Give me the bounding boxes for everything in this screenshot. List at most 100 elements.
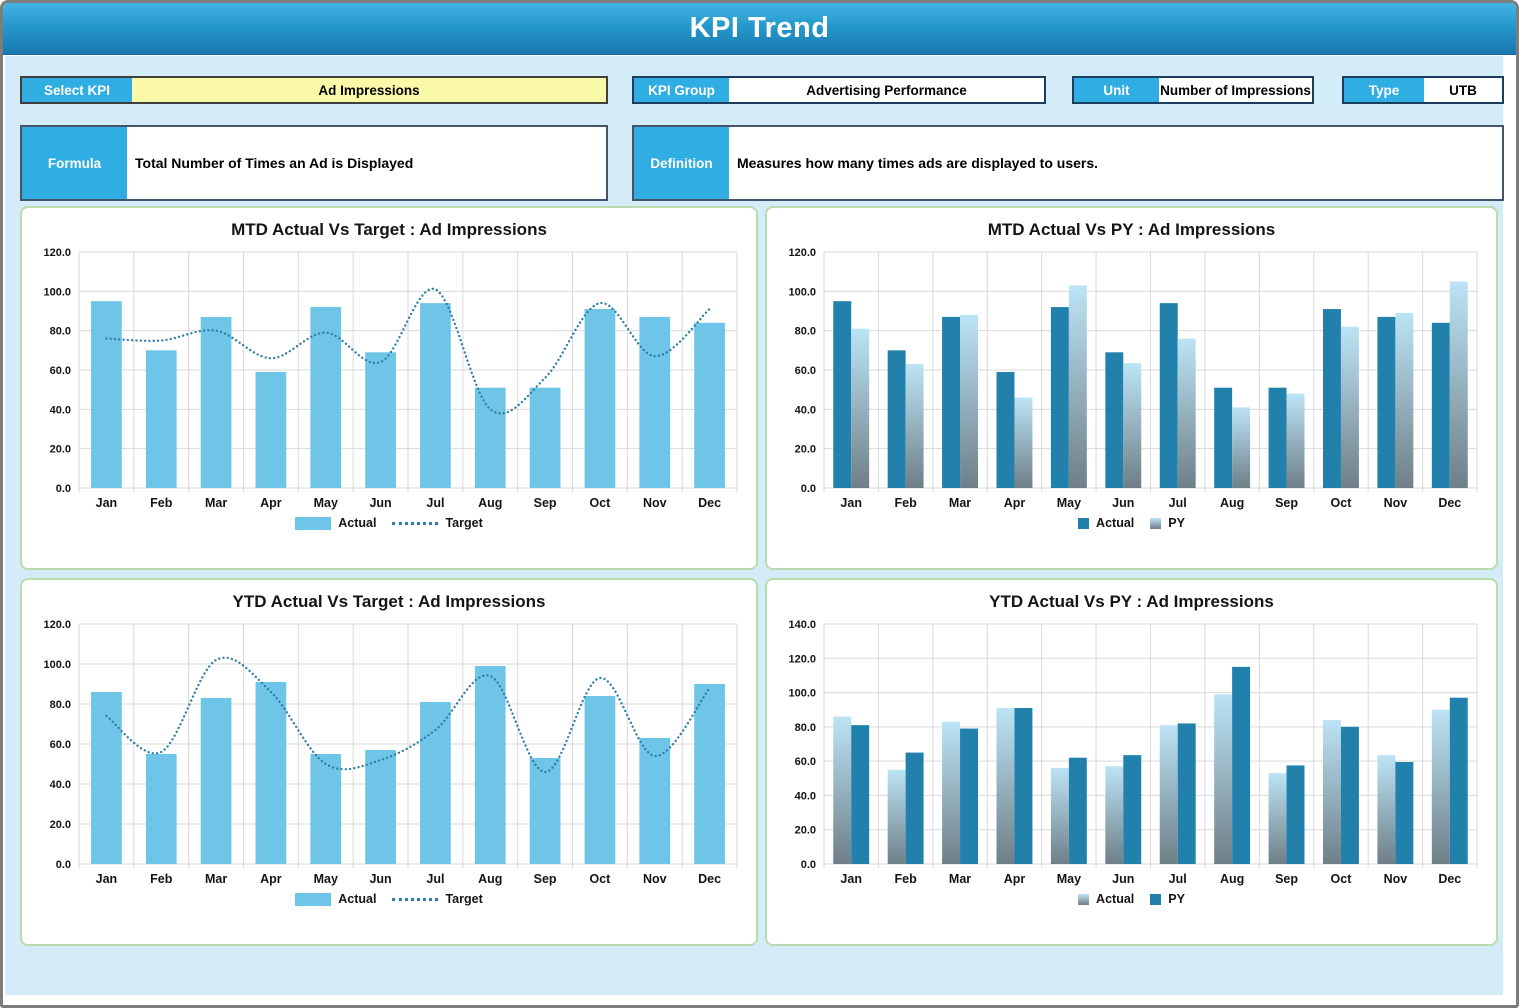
svg-text:Feb: Feb xyxy=(895,872,918,886)
legend-swatch-target xyxy=(392,898,438,901)
legend-swatch-actual xyxy=(1078,894,1089,905)
svg-text:40.0: 40.0 xyxy=(50,404,71,416)
chart-canvas-mtd-vs-py: 0.020.040.060.080.0100.0120.0JanFebMarAp… xyxy=(772,244,1491,514)
legend-label-target: Target xyxy=(445,516,482,530)
svg-text:May: May xyxy=(1057,872,1081,886)
svg-text:Apr: Apr xyxy=(260,872,282,886)
bar-actual-may xyxy=(310,754,341,864)
svg-text:May: May xyxy=(1057,496,1081,510)
legend-item-actual: Actual xyxy=(1078,516,1134,530)
chart-title-mtd-vs-py: MTD Actual Vs PY : Ad Impressions xyxy=(988,220,1276,240)
svg-text:20.0: 20.0 xyxy=(50,819,71,831)
definition-control: Definition Measures how many times ads a… xyxy=(632,125,1504,201)
legend-swatch-py xyxy=(1150,894,1161,905)
svg-text:0.0: 0.0 xyxy=(56,483,71,495)
svg-text:Nov: Nov xyxy=(1384,872,1408,886)
bar-actual-dec xyxy=(694,684,725,864)
bar-actual-feb xyxy=(146,754,177,864)
svg-text:Jan: Jan xyxy=(840,496,862,510)
svg-text:20.0: 20.0 xyxy=(50,444,71,456)
legend-item-target: Target xyxy=(392,516,482,530)
bar-py-feb xyxy=(906,364,924,488)
kpi-group-control: KPI Group Advertising Performance xyxy=(632,76,1046,104)
bar-py-oct xyxy=(1341,727,1359,864)
svg-text:60.0: 60.0 xyxy=(795,365,816,377)
svg-text:120.0: 120.0 xyxy=(43,247,71,259)
svg-text:0.0: 0.0 xyxy=(801,859,816,871)
svg-text:120.0: 120.0 xyxy=(788,653,816,665)
svg-text:100.0: 100.0 xyxy=(43,659,71,671)
svg-text:Oct: Oct xyxy=(589,872,611,886)
svg-text:Jan: Jan xyxy=(96,496,118,510)
bar-py-oct xyxy=(1341,327,1359,488)
legend-label-actual: Actual xyxy=(1096,892,1134,906)
svg-text:Aug: Aug xyxy=(478,872,502,886)
bar-actual-apr xyxy=(256,372,287,488)
legend-label-target: Target xyxy=(445,892,482,906)
svg-text:Mar: Mar xyxy=(949,496,971,510)
title-bar: KPI Trend xyxy=(3,3,1516,55)
chart-canvas-ytd-vs-py: 0.020.040.060.080.0100.0120.0140.0JanFeb… xyxy=(772,616,1491,890)
legend-swatch-py xyxy=(1150,518,1161,529)
svg-text:May: May xyxy=(314,496,338,510)
svg-text:Jul: Jul xyxy=(1169,496,1187,510)
bar-actual-oct xyxy=(1323,720,1341,864)
chart-canvas-ytd-vs-target: 0.020.040.060.080.0100.0120.0JanFebMarAp… xyxy=(27,616,751,890)
svg-text:140.0: 140.0 xyxy=(788,619,816,631)
legend-item-py: PY xyxy=(1150,892,1185,906)
svg-text:Nov: Nov xyxy=(643,872,667,886)
bar-actual-sep xyxy=(1269,388,1287,488)
bar-py-nov xyxy=(1395,762,1413,864)
chart-title-mtd-vs-target: MTD Actual Vs Target : Ad Impressions xyxy=(231,220,547,240)
bar-py-apr xyxy=(1014,708,1032,864)
chart-legend-ytd-vs-target: Actual Target xyxy=(295,892,482,906)
bar-py-sep xyxy=(1287,765,1305,864)
chart-panel-mtd-vs-py: MTD Actual Vs PY : Ad Impressions 0.020.… xyxy=(765,206,1498,570)
svg-text:40.0: 40.0 xyxy=(795,790,816,802)
bar-py-jun xyxy=(1123,755,1141,864)
legend-label-py: PY xyxy=(1168,892,1185,906)
svg-text:Nov: Nov xyxy=(1384,496,1408,510)
svg-text:Apr: Apr xyxy=(260,496,282,510)
bar-actual-sep xyxy=(530,388,561,488)
bar-actual-jun xyxy=(365,750,396,864)
legend-swatch-actual xyxy=(1078,518,1089,529)
select-kpi-value[interactable]: Ad Impressions xyxy=(132,78,606,102)
svg-text:Feb: Feb xyxy=(150,872,173,886)
kpi-group-label: KPI Group xyxy=(634,78,729,102)
bar-actual-nov xyxy=(639,317,670,488)
svg-text:Sep: Sep xyxy=(1275,496,1298,510)
bar-actual-sep xyxy=(530,758,561,864)
svg-text:120.0: 120.0 xyxy=(788,247,816,259)
bar-actual-apr xyxy=(997,372,1015,488)
svg-text:Jan: Jan xyxy=(96,872,118,886)
bar-actual-aug xyxy=(1214,694,1232,864)
bar-actual-aug xyxy=(475,388,506,488)
svg-text:Jul: Jul xyxy=(1169,872,1187,886)
svg-text:40.0: 40.0 xyxy=(50,779,71,791)
svg-text:Aug: Aug xyxy=(1220,872,1244,886)
svg-text:80.0: 80.0 xyxy=(795,722,816,734)
bar-py-aug xyxy=(1232,407,1250,488)
svg-text:Apr: Apr xyxy=(1004,872,1026,886)
svg-text:100.0: 100.0 xyxy=(43,286,71,298)
bar-py-sep xyxy=(1287,394,1305,488)
bar-actual-jan xyxy=(91,301,122,488)
select-kpi-control: Select KPI Ad Impressions xyxy=(20,76,608,104)
bar-actual-dec xyxy=(1432,710,1450,864)
legend-item-actual: Actual xyxy=(295,892,376,906)
chart-legend-mtd-vs-target: ActualTarget xyxy=(295,516,482,530)
bar-actual-sep xyxy=(1269,773,1287,864)
bar-actual-feb xyxy=(146,350,177,488)
svg-text:Nov: Nov xyxy=(643,496,667,510)
svg-text:60.0: 60.0 xyxy=(50,365,71,377)
select-kpi-label: Select KPI xyxy=(22,78,132,102)
bar-actual-mar xyxy=(942,317,960,488)
bar-py-may xyxy=(1069,285,1087,488)
bar-py-dec xyxy=(1450,698,1468,864)
bar-actual-apr xyxy=(997,708,1015,864)
svg-text:Feb: Feb xyxy=(895,496,918,510)
svg-text:0.0: 0.0 xyxy=(801,483,816,495)
legend-swatch-actual xyxy=(295,517,331,530)
svg-text:Apr: Apr xyxy=(1004,496,1026,510)
